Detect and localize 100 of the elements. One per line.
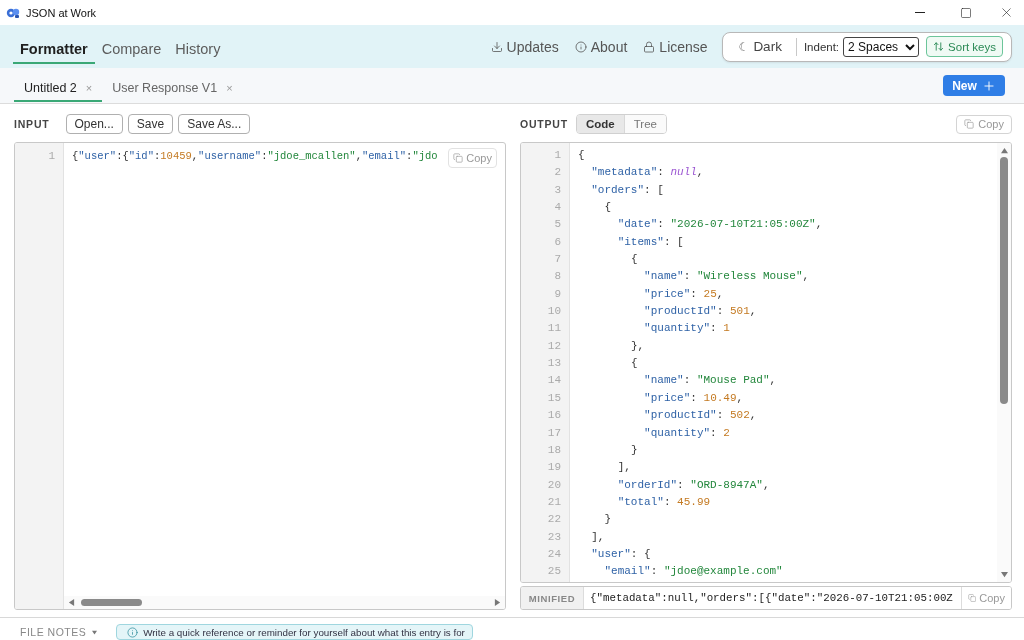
info-icon — [127, 626, 139, 638]
close-icon — [999, 5, 1014, 20]
horizontal-scrollbar[interactable] — [64, 596, 505, 609]
file-button[interactable]: Save — [127, 114, 174, 134]
code-line: "metadata": null, — [590, 165, 704, 181]
code-line: "name": "Wireless Mouse", — [643, 269, 810, 285]
nav-tab[interactable]: Compare — [94, 35, 169, 64]
minimize-icon — [915, 12, 925, 13]
copy-icon — [968, 593, 977, 603]
sort-keys-button[interactable]: Sort keys — [926, 36, 1003, 57]
nav-link[interactable]: License — [643, 38, 708, 55]
line-number: 15 — [546, 390, 562, 406]
code-line: ], — [616, 460, 631, 476]
code-line: "quantity": 1 — [643, 321, 730, 337]
nav-link[interactable]: About — [574, 38, 628, 55]
code-line: "orders": [ — [590, 182, 664, 198]
line-number: 24 — [546, 546, 562, 562]
output-label: OUTPUT — [520, 118, 568, 130]
line-number: 16 — [546, 408, 562, 424]
new-button[interactable]: New — [943, 75, 1005, 96]
file-tab-label: User Response V1 — [112, 80, 218, 95]
line-number: 8 — [553, 269, 562, 285]
sort-arrows-icon — [933, 41, 945, 52]
line-number: 21 — [546, 494, 562, 510]
info-icon — [574, 40, 587, 53]
file-tab-label: Untitled 2 — [24, 80, 77, 95]
nav-tab[interactable]: Formatter — [13, 35, 95, 64]
code-line: { — [603, 200, 612, 216]
moon-icon: ☾ — [738, 39, 750, 54]
code-line: } — [603, 512, 612, 528]
maximize-icon — [960, 6, 972, 19]
view-tab[interactable]: Code — [576, 115, 624, 133]
nav-tab[interactable]: History — [168, 35, 228, 64]
input-label: INPUT — [14, 118, 50, 130]
code-line: "price": 10.49, — [643, 390, 744, 406]
code-line: { — [629, 252, 638, 268]
line-number: 23 — [546, 529, 562, 545]
code-line: "productId": 501, — [643, 304, 757, 320]
output-editor[interactable] — [520, 142, 1012, 583]
file-tab[interactable]: User Response V1 × — [102, 75, 243, 102]
code-line: { — [578, 148, 585, 163]
line-number: 14 — [546, 373, 562, 389]
indent-select[interactable]: 2 Spaces — [843, 36, 920, 57]
code-line: {"user":{"id":10459,"username":"jdoe_mcallen","email":"jdo — [72, 149, 438, 164]
line-number: 7 — [553, 252, 562, 268]
line-number: 4 — [553, 200, 562, 216]
code-line: "quantity": 2 — [643, 425, 730, 441]
line-number: 10 — [546, 304, 562, 320]
copy-icon — [453, 153, 464, 163]
copy-icon — [964, 119, 975, 129]
line-number: 11 — [546, 321, 562, 337]
view-tab[interactable]: Tree — [623, 115, 666, 133]
line-number: 1 — [47, 149, 56, 164]
scroll-right-icon[interactable] — [494, 599, 501, 606]
line-number: 19 — [546, 460, 562, 476]
code-line: "orderId": "ORD-8947A", — [616, 477, 770, 493]
minified-text: {"metadata":null,"orders":[{"date":"2026-07-10T21:05:00Z — [589, 591, 954, 606]
theme-toggle[interactable]: ☾ Dark — [734, 39, 786, 54]
vertical-scrollbar[interactable] — [997, 143, 1011, 582]
line-number: 22 — [546, 512, 562, 528]
lock-icon — [643, 40, 656, 53]
line-number: 6 — [553, 234, 562, 250]
file-button[interactable]: Open... — [65, 114, 123, 134]
code-line: "email": "jdoe@example.com" — [603, 564, 783, 580]
code-line: "name": "Mouse Pad", — [643, 373, 777, 389]
line-number: 9 — [553, 286, 562, 302]
code-line: "items": [ — [616, 234, 684, 250]
line-number: 2 — [553, 165, 562, 181]
code-line: { — [629, 356, 638, 372]
input-editor[interactable]: 1 {"user":{"id":10459,"username":"jdoe_mcallen","email":"jdo Copy — [14, 142, 506, 610]
line-number: 18 — [546, 442, 562, 458]
window-title: JSON at Work — [26, 6, 98, 19]
notes-hint-text: Write a quick reference or reminder for yourself about what this entry is for — [143, 626, 465, 638]
file-notes-toggle[interactable]: FILE NOTES — [20, 626, 98, 638]
code-line: }, — [629, 338, 645, 354]
minified-label: MINIFIED — [521, 587, 584, 609]
line-number: 12 — [546, 338, 562, 354]
line-number: 20 — [546, 477, 562, 493]
scroll-down-icon[interactable] — [1000, 571, 1008, 578]
code-line: "productId": 502, — [643, 408, 757, 424]
file-button[interactable]: Save As... — [178, 114, 251, 134]
code-line: "date": "2026-07-10T21:05:00Z", — [616, 217, 823, 233]
line-number: 17 — [546, 425, 562, 441]
app-logo-icon — [6, 6, 20, 19]
caret-icon[interactable] — [92, 629, 98, 635]
line-number: 13 — [546, 356, 562, 372]
scrollbar-thumb[interactable] — [1000, 157, 1008, 404]
code-line: "user": { — [590, 546, 651, 562]
code-line: "price": 25, — [643, 286, 724, 302]
download-icon — [490, 40, 503, 53]
line-number: 1 — [553, 148, 562, 163]
code-line: "total": 45.99 — [616, 494, 711, 510]
scrollbar-thumb[interactable] — [81, 599, 142, 606]
code-line: } — [629, 442, 638, 458]
scroll-left-icon[interactable] — [68, 599, 75, 606]
scroll-up-icon[interactable] — [1000, 147, 1008, 154]
indent-label: Indent: — [803, 40, 840, 53]
nav-link[interactable]: Updates — [490, 38, 559, 55]
file-tab[interactable]: Untitled 2 × — [14, 75, 103, 102]
plus-icon — [981, 78, 996, 93]
